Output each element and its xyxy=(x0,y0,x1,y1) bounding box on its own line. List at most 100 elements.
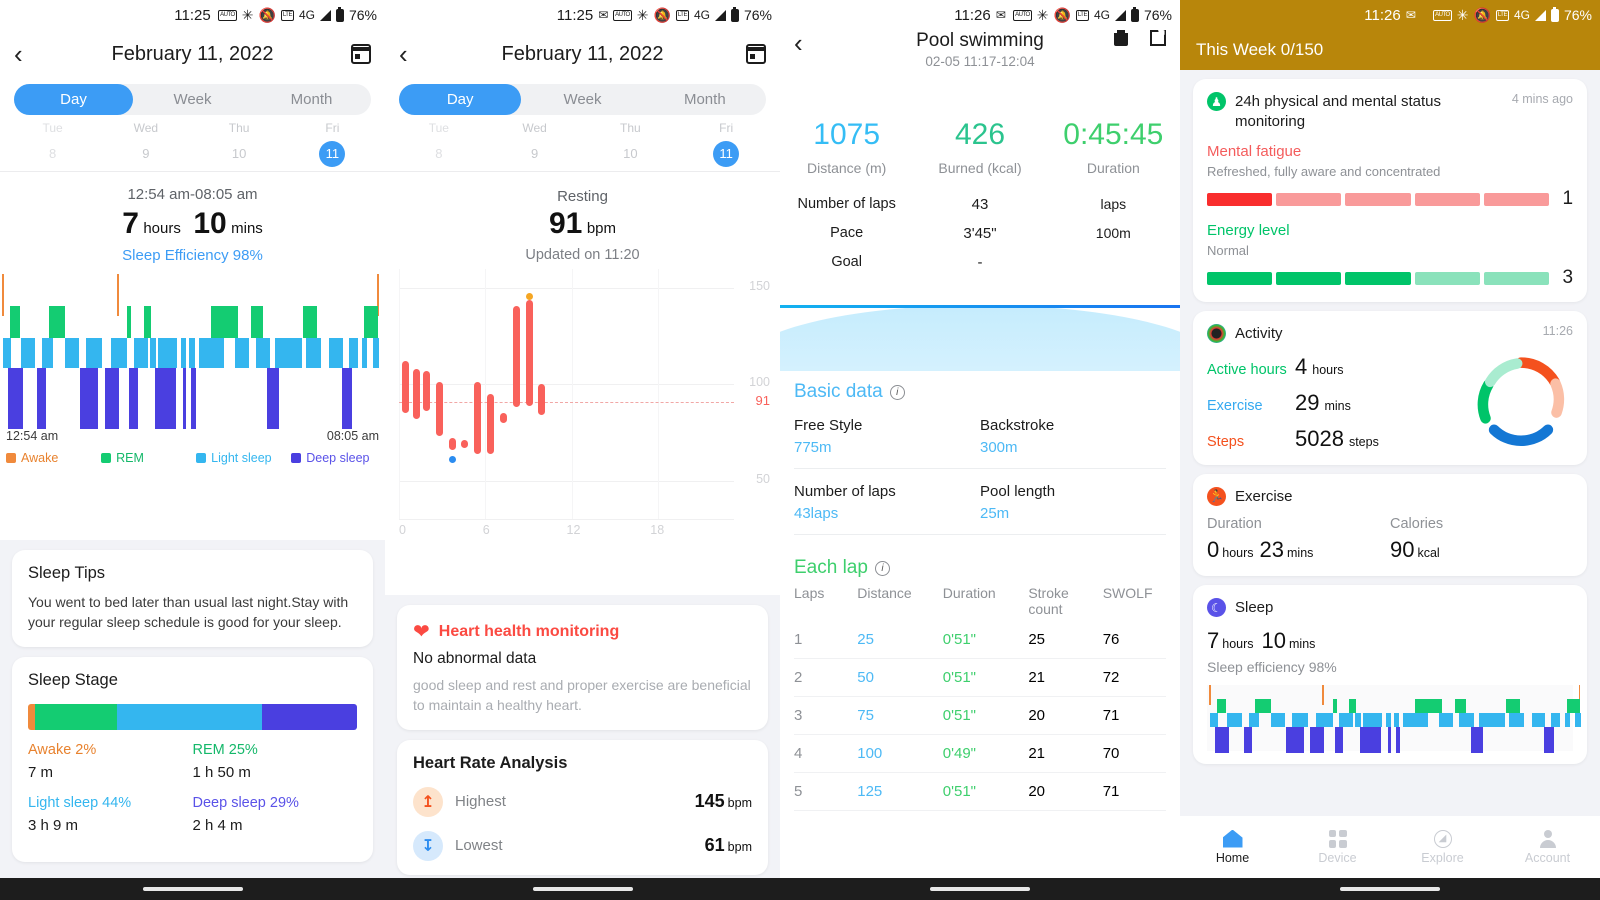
summary-label: Burned (kcal) xyxy=(938,160,1022,176)
day-item[interactable]: Tue 8 xyxy=(6,121,99,167)
day-item[interactable]: Wed 9 xyxy=(99,121,192,167)
hotspot-icon: LTE xyxy=(1495,9,1509,21)
battery-percent: 76% xyxy=(743,7,772,23)
battery-percent: 76% xyxy=(348,7,377,23)
swim-metrics: Number of laps 43 laps Pace 3'45" 100m G… xyxy=(780,190,1180,277)
day-item[interactable]: Wed 9 xyxy=(487,121,583,167)
sleep-hours-unit: hours xyxy=(143,220,181,237)
status-bar-4: 11:26 ✉ AUTO ✳ 🔕 LTE 4G 76% xyxy=(1180,0,1600,30)
hotspot-icon: LTE xyxy=(675,9,689,21)
day-item[interactable]: Thu 10 xyxy=(193,121,286,167)
status-time-text: 11:26 xyxy=(954,6,991,24)
page-title: February 11, 2022 xyxy=(501,42,664,65)
nav-pill[interactable] xyxy=(532,887,633,891)
metric-name-energy: Energy level xyxy=(1207,222,1290,239)
back-icon[interactable]: ‹ xyxy=(14,41,23,67)
legend-label-awake: Awake xyxy=(21,451,59,465)
status-time: 11:26 ✉ xyxy=(954,7,1006,24)
bottom-tab-bar: Home Device ◢ Explore Account xyxy=(1180,816,1600,878)
hr-range-bar xyxy=(538,384,546,416)
status-icons: AUTO ✳ 🔕 LTE 4G 76% xyxy=(218,6,377,24)
tab-day[interactable]: Day xyxy=(399,84,522,115)
day-item-selected[interactable]: Fri 11 xyxy=(678,121,774,167)
exercise-card[interactable]: 🏃 Exercise Duration 0 hours 23 mins Calorie… xyxy=(1193,473,1587,576)
person-status-icon: ♟ xyxy=(1207,92,1226,111)
day-weekday: Thu xyxy=(620,121,641,135)
tab-week[interactable]: Week xyxy=(521,84,643,115)
lap-duration: 0'51" xyxy=(942,631,976,648)
status-monitoring-card[interactable]: ♟ 24h physical and mental status monitor… xyxy=(1193,79,1587,302)
day-weekday: Tue xyxy=(428,121,449,135)
legend-swatch-light xyxy=(196,453,207,463)
metric-key: Number of laps xyxy=(797,196,896,212)
back-icon[interactable]: ‹ xyxy=(399,41,408,67)
network-type-icon: 4G xyxy=(1513,8,1530,22)
tab-month[interactable]: Month xyxy=(252,84,371,115)
summary-duration: 0:45:45 Duration xyxy=(1047,118,1180,176)
day-item[interactable]: Thu 10 xyxy=(583,121,679,167)
heart-rate-analysis-card: Heart Rate Analysis ↥ Highest 145 bpm ↧ L… xyxy=(397,739,768,875)
metric-desc-fatigue: Refreshed, fully aware and concentrated xyxy=(1207,164,1441,179)
lap-strokes: 20 xyxy=(1028,707,1046,724)
summary-value: 1075 xyxy=(813,118,881,151)
tab-account[interactable]: Account xyxy=(1495,829,1600,865)
network-type-icon: 4G xyxy=(298,8,315,22)
gridline xyxy=(399,480,734,482)
sleep-mini-hypnogram xyxy=(1207,684,1581,753)
week-goal-header: This Week 0/150 xyxy=(1180,30,1600,70)
tab-day[interactable]: Day xyxy=(14,84,133,115)
day-item[interactable]: Tue 8 xyxy=(391,121,487,167)
calendar-icon[interactable] xyxy=(746,44,766,64)
analysis-value: 145 bpm xyxy=(695,791,752,812)
tab-explore[interactable]: ◢ Explore xyxy=(1390,829,1495,865)
hypnogram-end-label: 08:05 am xyxy=(326,429,379,443)
basic-key: Pool length xyxy=(980,483,1056,500)
status-bar-1: 11:25 AUTO ✳ 🔕 LTE 4G 76% xyxy=(0,0,385,30)
signal-icon xyxy=(1114,9,1126,21)
sleep-hours: 7 xyxy=(1207,627,1220,653)
system-nav-bar xyxy=(780,878,1180,900)
activity-unit: steps xyxy=(1348,434,1379,449)
hr-range-bar xyxy=(401,361,409,414)
card-title-row: ☾ Sleep xyxy=(1207,598,1573,618)
basic-data-cell: Backstroke 300m xyxy=(980,417,1166,456)
basic-key: Backstroke xyxy=(980,417,1055,434)
sleep-card[interactable]: ☾ Sleep 7 hours 10 mins Sleep efficiency 98… xyxy=(1193,585,1587,764)
analysis-value: 61 bpm xyxy=(705,835,752,856)
nav-pill[interactable] xyxy=(930,887,1030,891)
nav-pill[interactable] xyxy=(1340,887,1440,891)
hr-marker-lowest xyxy=(449,456,457,464)
basic-data-cell: Free Style 775m xyxy=(794,417,980,456)
calendar-icon[interactable] xyxy=(351,44,371,64)
hr-range-bar xyxy=(525,299,533,406)
tab-device[interactable]: Device xyxy=(1285,829,1390,865)
day-item-selected[interactable]: Fri 11 xyxy=(286,121,379,167)
gridline-v xyxy=(399,269,400,519)
resting-unit: bpm xyxy=(586,220,616,237)
trash-icon[interactable] xyxy=(1114,30,1128,46)
arrow-down-icon: ↧ xyxy=(413,830,443,861)
share-icon[interactable] xyxy=(1150,25,1166,46)
info-icon[interactable]: i xyxy=(874,560,890,576)
status-time-text: 11:25 xyxy=(174,6,211,24)
runner-icon: 🏃 xyxy=(1207,486,1226,506)
info-icon[interactable]: i xyxy=(889,384,905,400)
activity-card[interactable]: Activity 11:26 Active hours 4 hours Exer… xyxy=(1193,311,1587,465)
exercise-metrics: Duration 0 hours 23 mins Calories 90 kcal xyxy=(1207,516,1573,563)
divider xyxy=(0,171,385,172)
stage-value: 2 h 4 m xyxy=(192,816,243,834)
stage-label: Awake 2% xyxy=(28,741,97,758)
resting-label: Resting xyxy=(557,188,608,205)
hr-range-bar xyxy=(512,305,520,408)
nav-pill[interactable] xyxy=(142,887,243,891)
basic-data-row: Number of laps 43laps Pool length 25m xyxy=(794,469,1166,535)
sleep-tips-body: You went to bed later than usual last ni… xyxy=(28,594,349,631)
tab-week[interactable]: Week xyxy=(133,84,252,115)
tab-month[interactable]: Month xyxy=(644,84,766,115)
lap-distance: 25 xyxy=(857,631,874,648)
day-weekday: Tue xyxy=(42,121,63,135)
battery-icon xyxy=(335,6,344,22)
metric-name-fatigue: Mental fatigue xyxy=(1207,143,1302,160)
duration-label: Duration xyxy=(1207,516,1262,532)
tab-home[interactable]: Home xyxy=(1180,829,1285,865)
